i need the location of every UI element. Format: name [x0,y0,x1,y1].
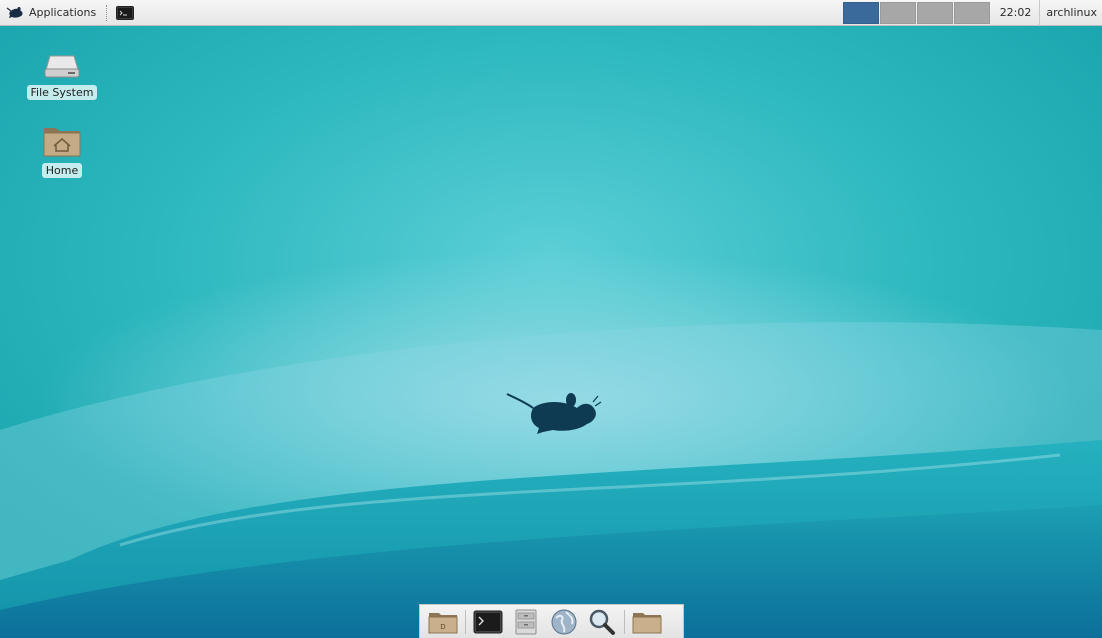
clock[interactable]: 22:02 [992,0,1040,26]
dock-separator [624,609,625,634]
home-folder-icon [43,128,81,157]
workspace-1[interactable] [842,1,879,24]
desktop-icon-home[interactable]: Home [24,122,100,178]
desktop-icon-label: File System [26,85,98,100]
wallpaper [0,322,1102,638]
search-icon [589,609,615,635]
dock-file-manager-button[interactable] [507,606,545,638]
desktop-icon-file-system[interactable]: File System [24,44,100,100]
dock-web-browser-button[interactable] [545,606,583,638]
file-manager-icon [515,609,537,634]
drive-icon [44,55,80,78]
dock-search-button[interactable] [583,606,621,638]
workspace-switcher [842,1,990,24]
xfce-mouse-icon [6,6,23,18]
username-menu[interactable]: archlinux [1039,0,1102,26]
dock-show-desktop-button[interactable]: D [424,606,462,638]
workspace-4[interactable] [953,1,990,24]
panel-separator [106,4,108,21]
top-panel: Applications 22:02 archlinux [0,0,1102,26]
terminal-icon [116,5,135,20]
terminal-icon [473,610,503,633]
svg-text:D: D [440,623,445,631]
bottom-dock: D [419,604,684,638]
workspace-2[interactable] [879,1,916,24]
folder-icon [632,612,662,633]
show-desktop-icon: D [428,612,458,633]
dock-separator [465,609,466,634]
desktop[interactable]: Applications 22:02 archlinux File System… [0,0,1102,638]
dock-folder-button[interactable] [628,606,666,638]
applications-label: Applications [29,6,97,19]
dock-terminal-button[interactable] [469,606,507,638]
xfce-logo-mouse-icon [506,393,602,434]
workspace-3[interactable] [916,1,953,24]
web-browser-icon [551,609,577,634]
applications-menu-button[interactable]: Applications [0,0,102,26]
desktop-icon-label: Home [41,163,83,178]
taskbar-terminal-button[interactable] [115,5,135,21]
